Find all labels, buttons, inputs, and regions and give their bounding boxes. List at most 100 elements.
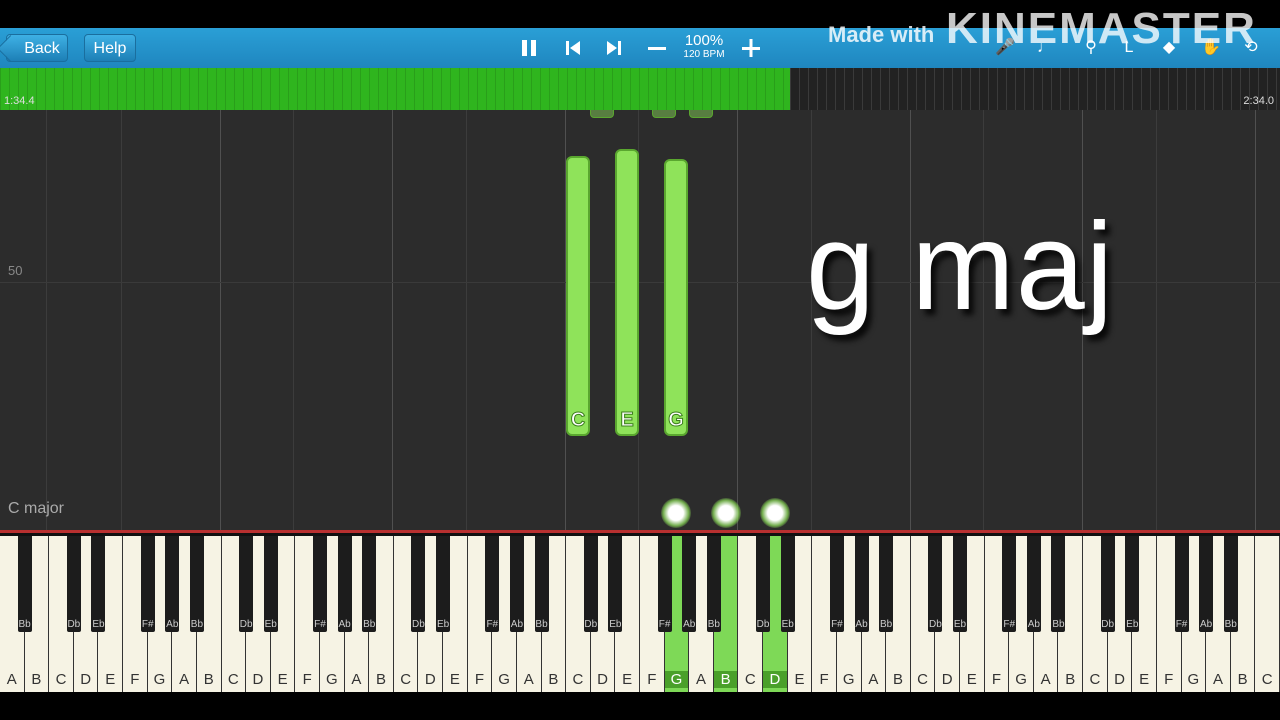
- key-label: F#: [314, 619, 326, 630]
- black-key[interactable]: Eb: [953, 536, 967, 632]
- key-label: F#: [1175, 619, 1188, 630]
- key-label: E: [794, 671, 805, 688]
- key-label: Ab: [855, 619, 868, 630]
- key-label: G: [1187, 671, 1200, 688]
- black-key[interactable]: Bb: [879, 536, 894, 632]
- black-key[interactable]: F#: [657, 536, 672, 632]
- key-label: B: [376, 671, 387, 688]
- black-key[interactable]: Db: [756, 536, 771, 632]
- key-label: D: [763, 671, 787, 688]
- key-label: Ab: [338, 619, 351, 630]
- black-key[interactable]: Bb: [1223, 536, 1238, 632]
- total-time: 2:34.0: [1243, 95, 1274, 107]
- grid-line: [293, 110, 294, 530]
- black-key[interactable]: Bb: [534, 536, 549, 632]
- key-label: G: [1015, 671, 1027, 688]
- timeline-remaining: [789, 68, 1280, 110]
- black-key[interactable]: Eb: [1125, 536, 1140, 632]
- black-key[interactable]: Eb: [608, 536, 623, 632]
- black-key[interactable]: Db: [583, 536, 598, 632]
- key-label: Db: [67, 619, 81, 630]
- key-label: Bb: [363, 619, 376, 630]
- key-label: Eb: [436, 619, 450, 630]
- black-key[interactable]: Bb: [17, 536, 32, 632]
- black-key[interactable]: F#: [485, 536, 500, 632]
- black-key[interactable]: Db: [411, 536, 426, 632]
- black-key[interactable]: Bb: [362, 536, 377, 632]
- key-label: F: [647, 671, 657, 688]
- white-key-c[interactable]: C: [1255, 536, 1280, 692]
- key-label: Db: [412, 619, 425, 630]
- key-label: F: [1164, 671, 1174, 688]
- black-key[interactable]: F#: [313, 536, 327, 632]
- bottom-bar: [0, 692, 1280, 720]
- progress-fill: [0, 68, 790, 110]
- key-label: Bb: [707, 619, 720, 630]
- black-key[interactable]: F#: [1174, 536, 1189, 632]
- key-label: F#: [831, 619, 843, 630]
- black-key[interactable]: Ab: [854, 536, 869, 632]
- key-label: Bb: [880, 619, 893, 630]
- black-key[interactable]: Eb: [91, 536, 106, 632]
- key-hit-glow: [711, 498, 741, 528]
- black-key[interactable]: Db: [239, 536, 254, 632]
- key-label: B: [1237, 671, 1248, 688]
- black-key[interactable]: Db: [928, 536, 943, 632]
- key-label: F: [819, 671, 829, 688]
- black-key[interactable]: Eb: [263, 536, 278, 632]
- key-label: E: [622, 671, 633, 688]
- grid-line: [1255, 110, 1256, 530]
- upcoming-note: [590, 110, 614, 118]
- grid-line: [220, 110, 221, 530]
- black-key[interactable]: Ab: [509, 536, 524, 632]
- key-label: Eb: [92, 619, 105, 630]
- zoom-out-button[interactable]: [644, 36, 670, 60]
- key-label: F#: [141, 619, 154, 630]
- plus-icon: [742, 39, 760, 57]
- black-key[interactable]: Bb: [1051, 536, 1066, 632]
- minus-icon: [648, 47, 666, 50]
- black-key[interactable]: F#: [140, 536, 155, 632]
- black-key[interactable]: Eb: [436, 536, 451, 632]
- watermark-brand: KINEMASTER: [946, 4, 1257, 53]
- timeline-bar[interactable]: 1:34.4 2:34.0: [0, 68, 1280, 110]
- key-signature: C major: [8, 500, 65, 517]
- black-key[interactable]: Ab: [337, 536, 352, 632]
- grid-line: [466, 110, 467, 530]
- key-label: F#: [486, 619, 499, 630]
- zoom-in-button[interactable]: [738, 36, 764, 60]
- black-key[interactable]: Bb: [706, 536, 721, 632]
- next-button[interactable]: [601, 36, 627, 60]
- key-label: G: [498, 671, 510, 688]
- help-button[interactable]: Help: [84, 34, 136, 62]
- key-label: Ab: [683, 619, 696, 630]
- pause-button[interactable]: [516, 36, 542, 60]
- key-label: D: [252, 671, 264, 688]
- black-key[interactable]: Db: [66, 536, 81, 632]
- key-label: D: [941, 671, 953, 688]
- black-key[interactable]: F#: [829, 536, 844, 632]
- black-key[interactable]: Ab: [165, 536, 180, 632]
- key-label: Eb: [1126, 619, 1139, 630]
- piano-keyboard[interactable]: ABCDEFGABCDEFGABCDEFGABCDEFGABCDEFGABCDE…: [0, 530, 1280, 692]
- key-label: Bb: [18, 619, 31, 630]
- black-key[interactable]: Db: [1100, 536, 1115, 632]
- black-key[interactable]: Ab: [1199, 536, 1214, 632]
- key-label: D: [424, 671, 436, 688]
- key-label: E: [449, 671, 460, 688]
- black-key[interactable]: F#: [1002, 536, 1017, 632]
- black-key[interactable]: Ab: [1026, 536, 1041, 632]
- black-key[interactable]: Eb: [780, 536, 795, 632]
- key-label: Bb: [1052, 619, 1065, 630]
- key-hit-glow: [760, 498, 790, 528]
- key-label: C: [572, 671, 584, 688]
- black-key[interactable]: Bb: [189, 536, 204, 632]
- black-key[interactable]: Ab: [682, 536, 697, 632]
- key-label: G: [842, 671, 855, 688]
- key-label: C: [1261, 671, 1273, 688]
- current-time: 1:34.4: [4, 95, 35, 107]
- upcoming-note: [689, 110, 713, 118]
- back-button[interactable]: Back: [6, 34, 68, 62]
- previous-button[interactable]: [560, 36, 586, 60]
- key-label: F: [991, 671, 1001, 688]
